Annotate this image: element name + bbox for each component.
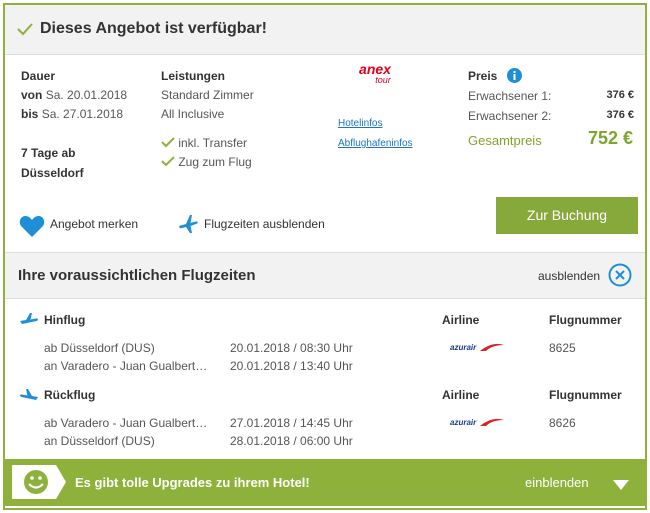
airline-logo-text: azurair bbox=[450, 418, 477, 427]
upgrade-show-label[interactable]: einblenden bbox=[525, 475, 589, 490]
price-row-label: Erwachsener 1: bbox=[468, 89, 552, 103]
outbound-arrival-time: 20.01.2018 / 13:40 Uhr bbox=[230, 359, 353, 373]
return-arrival: an Düsseldorf (DUS) bbox=[44, 434, 155, 448]
flight-times-toggle[interactable]: Flugzeiten ausblenden bbox=[204, 217, 325, 231]
outbound-label: Hinflug bbox=[44, 313, 86, 327]
return-label: Rückflug bbox=[44, 388, 96, 402]
outbound-number-header: Flugnummer bbox=[549, 313, 622, 327]
to-prefix: bis bbox=[21, 107, 39, 121]
book-button[interactable]: Zur Buchung bbox=[496, 197, 638, 234]
info-icon[interactable] bbox=[506, 68, 522, 83]
total-price-value: 752 € bbox=[587, 128, 633, 148]
operator-logo: anex tour bbox=[345, 61, 405, 86]
services-label: Leistungen bbox=[161, 69, 226, 83]
smiley-tag-icon bbox=[12, 465, 66, 499]
price-row-adult-2: Erwachsener 2: 376 € bbox=[468, 109, 634, 123]
checkmark-icon bbox=[17, 22, 33, 39]
return-number-header: Flugnummer bbox=[549, 388, 622, 402]
availability-header: Dieses Angebot ist verfügbar! bbox=[5, 5, 645, 55]
duration-from: von Sa. 20.01.2018 bbox=[21, 85, 127, 105]
from-date: Sa. 20.01.2018 bbox=[45, 88, 128, 102]
airline-logo-text: azurair bbox=[450, 343, 477, 352]
flight-times-hide-label[interactable]: ausblenden bbox=[538, 269, 600, 283]
flight-times-header: Ihre voraussichtlichen Flugzeiten ausble… bbox=[5, 252, 645, 299]
return-airline-header: Airline bbox=[442, 388, 480, 402]
extra-transfer-label: inkl. Transfer bbox=[178, 136, 248, 150]
return-arrival-time: 28.01.2018 / 06:00 Uhr bbox=[230, 434, 353, 448]
price-row-value: 376 € bbox=[606, 89, 634, 101]
departure-plane-icon bbox=[19, 312, 39, 329]
return-airline-logo: azurair bbox=[450, 416, 504, 428]
chevron-down-icon[interactable] bbox=[613, 479, 629, 493]
arrival-plane-icon bbox=[19, 388, 39, 405]
extra-train: Zug zum Flug bbox=[161, 152, 252, 172]
close-circle-icon[interactable] bbox=[608, 263, 632, 290]
outbound-airline-logo: azurair bbox=[450, 341, 504, 353]
save-offer-label[interactable]: Angebot merken bbox=[50, 217, 138, 231]
duration-summary-2: Düsseldorf bbox=[21, 166, 84, 180]
availability-title: Dieses Angebot ist verfügbar! bbox=[40, 20, 268, 37]
hotel-info-link[interactable]: Hotelinfos bbox=[338, 118, 382, 129]
from-prefix: von bbox=[21, 88, 43, 102]
checkmark-icon bbox=[161, 137, 175, 148]
price-row-label: Erwachsener 2: bbox=[468, 109, 552, 123]
checkmark-icon bbox=[161, 156, 175, 167]
price-row-value: 376 € bbox=[606, 109, 634, 121]
outbound-arrival: an Varadero - Juan Gualbert… bbox=[44, 359, 208, 373]
price-label: Preis bbox=[468, 69, 498, 83]
outbound-departure-time: 20.01.2018 / 08:30 Uhr bbox=[230, 341, 353, 355]
duration-to: bis Sa. 27.01.2018 bbox=[21, 104, 123, 124]
offer-card: Dieses Angebot ist verfügbar! Dauer von … bbox=[3, 3, 647, 510]
price-label-wrap: Preis bbox=[468, 66, 522, 86]
outbound-flight-number: 8625 bbox=[549, 341, 576, 355]
upgrade-banner[interactable]: Es gibt tolle Upgrades zu ihrem Hotel! e… bbox=[5, 459, 645, 506]
extra-train-label: Zug zum Flug bbox=[178, 155, 252, 169]
flight-times-title: Ihre voraussichtlichen Flugzeiten bbox=[18, 267, 256, 284]
outbound-departure: ab Düsseldorf (DUS) bbox=[44, 341, 155, 355]
duration-label: Dauer bbox=[21, 69, 56, 83]
total-price-label: Gesamtpreis bbox=[468, 133, 542, 148]
airplane-icon[interactable] bbox=[177, 213, 199, 238]
services-board: All Inclusive bbox=[161, 107, 225, 121]
return-departure: ab Varadero - Juan Gualbert… bbox=[44, 416, 208, 430]
return-departure-time: 27.01.2018 / 14:45 Uhr bbox=[230, 416, 353, 430]
to-date: Sa. 27.01.2018 bbox=[41, 107, 124, 121]
price-row-adult-1: Erwachsener 1: 376 € bbox=[468, 89, 634, 103]
logo-text-top: anex bbox=[359, 61, 391, 77]
outbound-airline-header: Airline bbox=[442, 313, 480, 327]
extra-transfer: inkl. Transfer bbox=[161, 133, 247, 153]
heart-icon[interactable] bbox=[19, 214, 45, 238]
airport-info-link[interactable]: Abflughafeninfos bbox=[338, 138, 413, 149]
upgrade-text: Es gibt tolle Upgrades zu ihrem Hotel! bbox=[75, 475, 310, 490]
duration-summary-1: 7 Tage ab bbox=[21, 146, 76, 160]
return-flight-number: 8626 bbox=[549, 416, 576, 430]
services-room: Standard Zimmer bbox=[161, 88, 254, 102]
